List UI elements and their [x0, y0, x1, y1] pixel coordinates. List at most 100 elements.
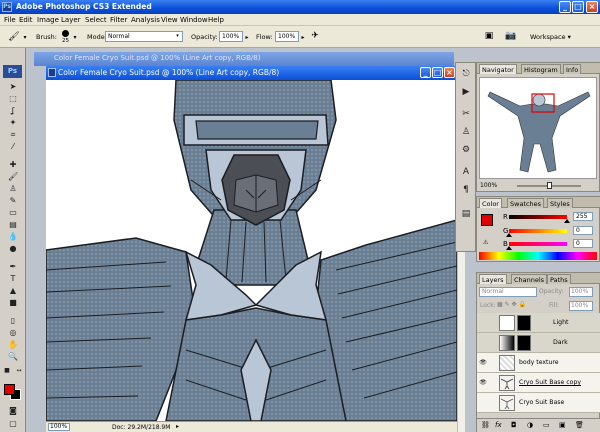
tab-paths[interactable]: Paths: [547, 274, 571, 284]
gamut-warning-icon[interactable]: ⚠: [483, 239, 488, 246]
crop-tool-icon[interactable]: ⌗: [8, 130, 18, 140]
airbrush-icon[interactable]: ✈: [308, 31, 322, 41]
r-input[interactable]: 255: [573, 212, 593, 221]
menu-filter[interactable]: Filter: [110, 16, 127, 24]
eye-icon[interactable]: 👁: [479, 359, 487, 367]
brush-tool-icon-box[interactable]: 🖌: [8, 172, 18, 182]
tab-layers[interactable]: Layers: [479, 274, 507, 284]
brushes-panel-icon[interactable]: ⚙: [459, 143, 473, 157]
magic-wand-tool-icon[interactable]: ✦: [8, 118, 18, 128]
new-group-icon[interactable]: ▭: [543, 421, 550, 429]
link-layers-icon[interactable]: ⛓: [481, 421, 490, 429]
history-brush-tool-icon[interactable]: ✎: [8, 196, 18, 206]
visibility-toggle-icon[interactable]: [479, 339, 487, 347]
delete-layer-icon[interactable]: 🗑: [575, 421, 584, 429]
lock-icons[interactable]: ▦ ✎ ✥ 🔒: [497, 301, 526, 308]
fill-input[interactable]: 100%: [569, 301, 593, 311]
navigator-zoom[interactable]: 100%: [480, 182, 497, 189]
layer-row-body-texture[interactable]: 👁 body texture: [477, 353, 600, 373]
zoom-tool-icon[interactable]: 🔍: [8, 352, 18, 362]
b-slider[interactable]: [509, 242, 567, 246]
doc-maximize-button[interactable]: □: [432, 67, 443, 78]
marquee-tool-icon[interactable]: ⬚: [8, 94, 18, 104]
tab-info[interactable]: Info: [563, 64, 582, 74]
path-selection-tool-icon[interactable]: ▲: [8, 286, 18, 296]
dodge-tool-icon[interactable]: ●: [8, 244, 18, 254]
document-title-bar[interactable]: Color Female Cryo Suit.psd @ 100% (Line …: [46, 66, 457, 80]
healing-brush-tool-icon[interactable]: ✚: [8, 160, 18, 170]
tab-channels[interactable]: Channels: [511, 274, 548, 284]
type-tool-icon[interactable]: T: [8, 274, 18, 284]
tool-presets-icon[interactable]: ✂: [459, 107, 473, 121]
menu-window[interactable]: Window: [180, 16, 208, 24]
g-slider[interactable]: [509, 229, 567, 233]
color-fg-swatch[interactable]: [481, 214, 493, 226]
clone-stamp-tool-icon[interactable]: ♙: [8, 184, 18, 194]
g-slider-thumb[interactable]: [506, 233, 512, 237]
foreground-color-swatch[interactable]: [4, 384, 15, 395]
eyedropper-tool-icon[interactable]: ⁄: [8, 142, 18, 152]
navigator-zoom-thumb[interactable]: [547, 182, 552, 189]
menu-layer[interactable]: Layer: [61, 16, 81, 24]
layer-opacity-input[interactable]: 100%: [569, 287, 593, 297]
pen-tool-icon[interactable]: ✒: [8, 262, 18, 272]
gradient-tool-icon[interactable]: ▤: [8, 220, 18, 230]
lasso-tool-icon[interactable]: ʆ: [8, 106, 18, 116]
zoom-field[interactable]: 100%: [48, 423, 70, 431]
visibility-toggle-icon[interactable]: [479, 319, 487, 327]
tab-swatches[interactable]: Swatches: [507, 198, 545, 208]
brush-preview-icon[interactable]: [62, 30, 69, 37]
layer-row-cryo-suit-base-copy[interactable]: 👁 Cryo Suit Base copy: [477, 373, 600, 393]
actions-panel-icon[interactable]: ▶: [459, 85, 473, 99]
background-document-title[interactable]: Color Female Cryo Suit.psd @ 100% (Line …: [34, 52, 454, 66]
flow-input[interactable]: 100%: [275, 31, 299, 42]
menu-edit[interactable]: Edit: [19, 16, 33, 24]
color-ramp[interactable]: [479, 252, 597, 260]
history-panel-icon[interactable]: ⎋: [459, 67, 473, 81]
layer-row-light[interactable]: Light: [477, 313, 600, 333]
tab-navigator[interactable]: Navigator: [479, 64, 517, 74]
swap-colors-icon[interactable]: ↔: [14, 366, 24, 376]
add-mask-icon[interactable]: ◘: [511, 421, 517, 429]
adjustment-layer-icon[interactable]: ◑: [527, 421, 533, 429]
workspace-button[interactable]: Workspace ▾: [530, 33, 571, 41]
hand-tool-icon[interactable]: ✋: [8, 340, 18, 350]
tool-preset-arrow-icon[interactable]: ▾: [22, 33, 28, 43]
status-menu-arrow-icon[interactable]: ▸: [176, 423, 179, 430]
close-button[interactable]: ×: [586, 1, 598, 13]
3d-rotate-tool-icon[interactable]: ◎: [8, 328, 18, 338]
quick-mask-icon[interactable]: ◙: [8, 406, 18, 416]
eye-icon[interactable]: 👁: [479, 379, 487, 387]
eraser-tool-icon[interactable]: ▭: [8, 208, 18, 218]
layer-row-cryo-suit-base[interactable]: Cryo Suit Base: [477, 393, 600, 413]
menu-view[interactable]: View: [161, 16, 178, 24]
new-layer-icon[interactable]: ▣: [559, 421, 566, 429]
r-slider-thumb[interactable]: [564, 219, 570, 223]
move-tool-icon[interactable]: ➤: [8, 82, 18, 92]
visibility-toggle-icon[interactable]: [479, 399, 487, 407]
doc-minimize-button[interactable]: _: [420, 67, 431, 78]
menu-image[interactable]: Image: [37, 16, 59, 24]
tab-styles[interactable]: Styles: [547, 198, 573, 208]
mode-select[interactable]: Normal ▾: [105, 31, 183, 42]
shape-tool-icon[interactable]: ■: [8, 298, 18, 308]
b-slider-thumb[interactable]: [506, 246, 512, 250]
g-input[interactable]: 0: [573, 226, 593, 235]
clone-source-icon[interactable]: ♙: [459, 125, 473, 139]
canvas[interactable]: [46, 80, 457, 421]
menu-select[interactable]: Select: [85, 16, 107, 24]
menu-help[interactable]: Help: [208, 16, 224, 24]
layer-comps-icon[interactable]: ▤: [459, 207, 473, 221]
b-input[interactable]: 0: [573, 239, 593, 248]
blend-mode-select[interactable]: Normal: [479, 287, 537, 297]
r-slider[interactable]: [509, 215, 567, 219]
blur-tool-icon[interactable]: 💧: [8, 232, 18, 242]
navigator-preview[interactable]: [479, 77, 597, 179]
brush-picker-arrow-icon[interactable]: ▾: [72, 33, 78, 43]
doc-close-button[interactable]: ×: [444, 67, 455, 78]
layer-row-dark[interactable]: Dark: [477, 333, 600, 353]
paragraph-panel-icon[interactable]: ¶: [459, 183, 473, 197]
flow-arrow-icon[interactable]: ▸: [300, 33, 306, 43]
character-panel-icon[interactable]: A: [459, 165, 473, 179]
camera-icon[interactable]: 📷: [504, 31, 518, 41]
